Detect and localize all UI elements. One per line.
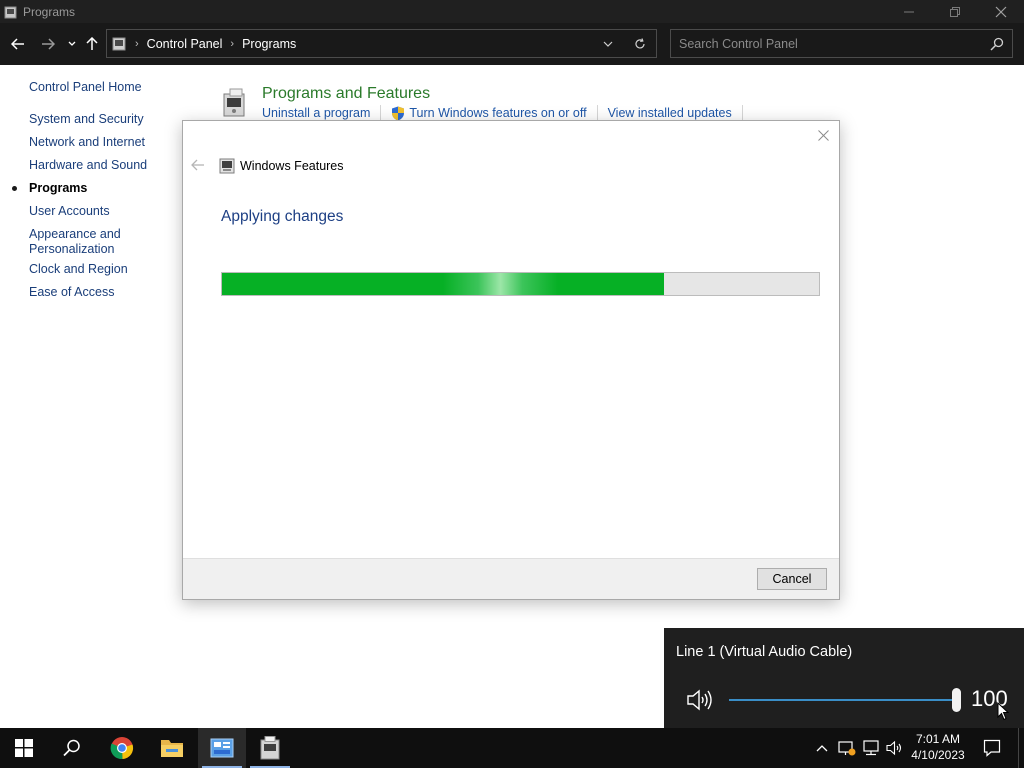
search-box[interactable] — [670, 29, 1013, 58]
volume-slider-track[interactable] — [729, 699, 957, 701]
refresh-button[interactable] — [624, 30, 656, 57]
volume-slider-thumb[interactable] — [952, 688, 961, 712]
nav-hardware-and-sound[interactable]: Hardware and Sound — [29, 158, 169, 173]
breadcrumb-programs[interactable]: Programs — [242, 37, 296, 51]
chevron-up-icon — [816, 745, 828, 752]
action-center-button[interactable] — [980, 728, 1004, 768]
search-icon — [63, 739, 80, 757]
chevron-down-icon — [68, 41, 76, 46]
clock-date: 4/10/2023 — [911, 748, 965, 762]
applying-changes-heading: Applying changes — [221, 208, 344, 225]
breadcrumb-control-panel[interactable]: Control Panel — [147, 37, 223, 51]
show-desktop-button[interactable] — [1018, 728, 1024, 768]
control-panel-home-link[interactable]: Control Panel Home — [29, 80, 142, 94]
programs-and-features-icon — [223, 88, 245, 117]
windows-features-icon — [219, 158, 235, 174]
back-arrow-icon — [11, 38, 24, 50]
control-panel-icon — [4, 6, 17, 18]
view-installed-updates-link[interactable]: View installed updates — [608, 106, 732, 120]
network-warning-icon — [838, 741, 856, 756]
show-hidden-icons-button[interactable] — [812, 728, 832, 768]
progress-bar-fill — [222, 273, 664, 295]
back-arrow-icon[interactable] — [191, 158, 205, 172]
tray-network-warning[interactable] — [836, 728, 858, 768]
address-toolbar: › Control Panel › Programs — [0, 23, 1024, 65]
nav-user-accounts[interactable]: User Accounts — [29, 204, 169, 219]
up-arrow-icon — [86, 37, 98, 50]
link-divider — [596, 105, 598, 121]
link-divider — [380, 105, 382, 121]
active-item-bullet — [12, 186, 17, 191]
address-bar[interactable]: › Control Panel › Programs — [106, 29, 657, 58]
mouse-cursor-icon — [997, 702, 1009, 721]
windows-features-icon — [260, 736, 280, 760]
close-icon — [995, 6, 1007, 17]
restore-button[interactable] — [932, 0, 978, 23]
dialog-footer: Cancel — [183, 558, 839, 599]
nav-appearance-and-personalization[interactable]: Appearance and Personalization — [29, 227, 129, 257]
notification-icon — [983, 739, 1001, 757]
breadcrumb-separator-icon: › — [230, 37, 235, 50]
tray-volume[interactable] — [884, 728, 906, 768]
taskbar-file-explorer[interactable] — [148, 728, 196, 768]
minimize-icon — [904, 11, 914, 12]
clock-time: 7:01 AM — [915, 732, 961, 746]
window-title: Programs — [23, 4, 76, 19]
minimize-button[interactable] — [886, 0, 932, 23]
search-input[interactable] — [679, 36, 979, 51]
audio-device-name[interactable]: Line 1 (Virtual Audio Cable) — [676, 644, 852, 660]
start-icon — [15, 739, 33, 757]
control-panel-icon — [112, 37, 126, 50]
uac-shield-icon — [392, 106, 405, 120]
nav-clock-and-region[interactable]: Clock and Region — [29, 262, 169, 277]
close-button[interactable] — [978, 0, 1024, 23]
refresh-icon — [635, 37, 645, 48]
restore-icon — [950, 6, 960, 17]
speaker-icon[interactable] — [686, 688, 712, 712]
chevron-down-icon — [603, 41, 613, 47]
recent-locations-button[interactable] — [62, 34, 82, 54]
link-divider — [741, 105, 743, 121]
taskbar-clock[interactable]: 7:01 AM 4/10/2023 — [904, 731, 972, 765]
taskbar-control-panel[interactable] — [198, 728, 246, 768]
progress-bar — [221, 272, 820, 296]
dialog-close-button[interactable] — [815, 127, 831, 143]
close-icon — [817, 129, 829, 141]
nav-system-and-security[interactable]: System and Security — [29, 112, 169, 127]
speaker-icon — [886, 740, 902, 756]
forward-arrow-icon — [42, 38, 55, 50]
dialog-title: Windows Features — [240, 159, 344, 173]
nav-programs[interactable]: Programs — [29, 181, 169, 196]
windows-features-dialog: Windows Features Applying changes Cancel — [182, 120, 840, 600]
nav-network-and-internet[interactable]: Network and Internet — [29, 135, 169, 150]
window-title-bar: Programs — [0, 0, 1024, 23]
taskbar-windows-features[interactable] — [246, 728, 294, 768]
programs-and-features-title[interactable]: Programs and Features — [262, 85, 430, 103]
taskbar: 7:01 AM 4/10/2023 — [0, 728, 1024, 768]
network-icon — [863, 740, 879, 756]
control-panel-icon — [210, 738, 234, 758]
breadcrumb-separator-icon: › — [135, 37, 139, 50]
turn-windows-features-link[interactable]: Turn Windows features on or off — [409, 106, 586, 120]
file-explorer-icon — [161, 740, 183, 757]
back-button[interactable] — [8, 34, 28, 54]
search-icon — [990, 37, 1004, 51]
cancel-button[interactable]: Cancel — [757, 568, 827, 590]
up-button[interactable] — [82, 34, 102, 54]
nav-ease-of-access[interactable]: Ease of Access — [29, 285, 169, 300]
forward-button[interactable] — [38, 34, 58, 54]
tray-network[interactable] — [860, 728, 882, 768]
address-dropdown-button[interactable] — [592, 30, 624, 57]
volume-flyout: Line 1 (Virtual Audio Cable) 100 — [664, 628, 1024, 728]
uninstall-program-link[interactable]: Uninstall a program — [262, 106, 370, 120]
taskbar-chrome[interactable] — [98, 728, 146, 768]
taskbar-search-button[interactable] — [48, 728, 96, 768]
chrome-icon — [110, 737, 134, 760]
start-button[interactable] — [0, 728, 48, 768]
